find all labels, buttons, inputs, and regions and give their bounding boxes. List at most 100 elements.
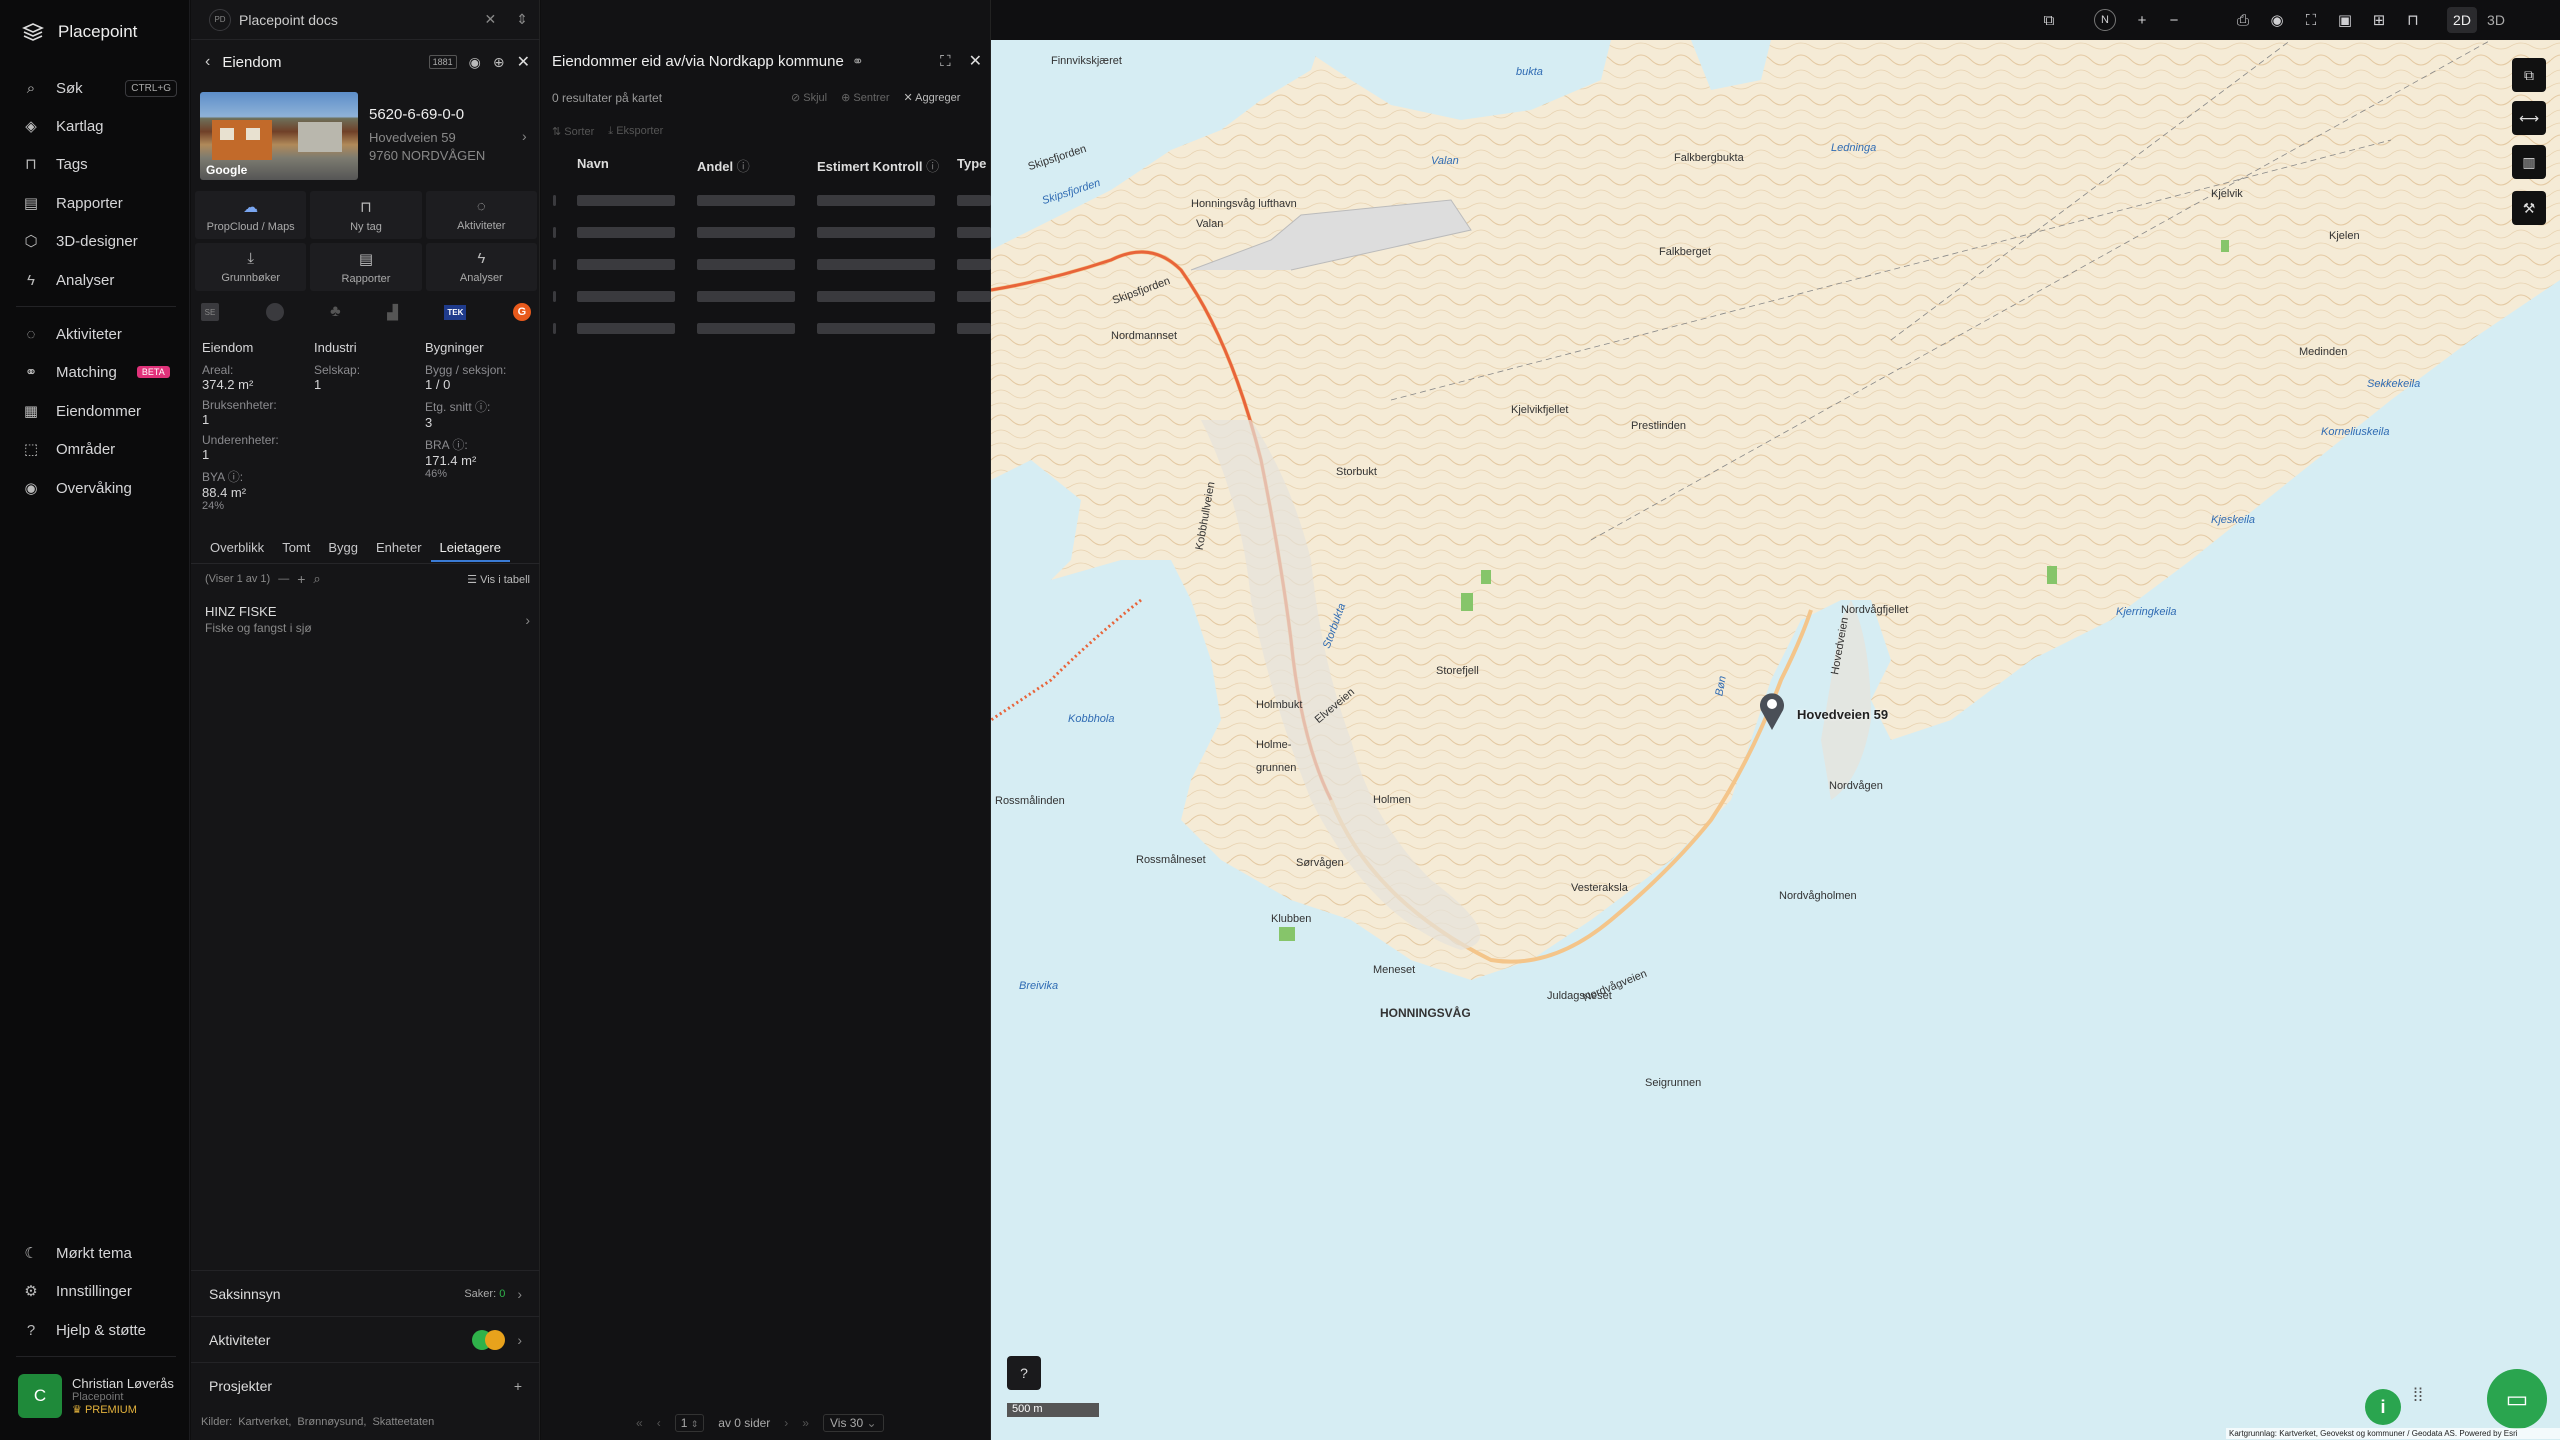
eye-icon[interactable]: ◉ — [469, 54, 481, 71]
nav-item-search[interactable]: ⌕ Søk CTRL+G — [22, 75, 177, 101]
source-link[interactable]: Skatteetaten — [372, 1416, 434, 1428]
close-icon[interactable]: ✕ — [969, 51, 982, 71]
nav-item-monitoring[interactable]: ◉ Overvåking — [22, 475, 177, 501]
buildings-icon[interactable]: ▟ — [387, 304, 398, 321]
link-icon[interactable]: ⚭ — [852, 53, 864, 70]
factory-icon[interactable]: ♣ — [330, 303, 341, 321]
nav-item-help[interactable]: ? Hjelp & støtte — [22, 1317, 177, 1343]
sort-button[interactable]: ⇅ Sorter — [552, 125, 594, 138]
plus-icon[interactable]: + — [514, 1378, 522, 1394]
fullscreen-icon[interactable]: ⛶ — [2302, 11, 2320, 29]
nav-item-settings[interactable]: ⚙ Innstillinger — [22, 1278, 177, 1304]
back-icon[interactable]: ‹ — [205, 53, 210, 71]
nav-item-dark-theme[interactable]: ☾ Mørkt tema — [22, 1240, 177, 1266]
statistics-icon[interactable]: ▥ — [2512, 145, 2546, 179]
minus-icon[interactable]: — — [278, 573, 289, 585]
view-table-button[interactable]: ☰ Vis i tabell — [467, 573, 530, 586]
section-case-insight[interactable]: Saksinnsyn Saker: 0 › — [191, 1270, 540, 1316]
add-circle-icon[interactable]: ⊕ — [493, 54, 505, 71]
g-icon[interactable]: G — [512, 303, 531, 321]
tab-buildings[interactable]: Bygg — [319, 534, 367, 562]
tek-icon[interactable]: TEK — [444, 304, 467, 320]
help-icon[interactable]: ? — [1007, 1356, 1041, 1390]
street-view-photo[interactable]: Google — [200, 92, 358, 180]
column-header-share[interactable]: Andel ⓘ — [697, 156, 750, 175]
last-page-icon[interactable]: » — [802, 1416, 809, 1430]
source-link[interactable]: Kartverket, — [238, 1416, 291, 1428]
nav-item-activities[interactable]: ◌ Aktiviteter — [22, 321, 177, 347]
view-mode-2d[interactable]: 2D — [2447, 7, 2477, 33]
tab-units[interactable]: Enheter — [367, 534, 431, 562]
nav-item-matching[interactable]: ⚭ Matching BETA — [22, 359, 177, 385]
layers-stack-icon[interactable]: ⧉ — [2040, 11, 2058, 29]
brand[interactable]: Placepoint — [22, 22, 137, 42]
nav-item-tags[interactable]: ⊓ Tags — [22, 151, 177, 177]
next-page-icon[interactable]: › — [784, 1416, 788, 1430]
page-input[interactable]: 1 ⇕ — [674, 1414, 705, 1432]
view-mode-3d[interactable]: 3D — [2481, 7, 2511, 33]
nav-item-areas[interactable]: ⬚ Områder — [22, 436, 177, 462]
tools-icon[interactable]: ⚒ — [2512, 191, 2546, 225]
export-button[interactable]: ⤓ Eksporter — [608, 125, 663, 138]
print-icon[interactable]: ⎙ — [2234, 11, 2252, 29]
chevron-right-icon[interactable]: › — [522, 128, 527, 144]
nav-divider — [16, 306, 176, 307]
source-se-icon[interactable]: SE — [201, 303, 219, 321]
close-icon[interactable]: ✕ — [517, 52, 530, 72]
column-header-name[interactable]: Navn — [577, 156, 609, 171]
info-icon[interactable]: i — [2365, 1389, 2401, 1425]
tab-tenants[interactable]: Leietagere — [430, 534, 510, 562]
chat-icon[interactable]: ▭ — [2487, 1369, 2547, 1429]
hide-button[interactable]: ⊘ Skjul — [791, 91, 827, 104]
tab-plot[interactable]: Tomt — [273, 534, 319, 562]
first-page-icon[interactable]: « — [636, 1416, 643, 1430]
cloud-icon: ☁ — [243, 198, 259, 216]
measure-icon[interactable]: ⟷ — [2512, 101, 2546, 135]
propcloud-button[interactable]: ☁ PropCloud / Maps — [195, 191, 307, 239]
nav-item-3d-designer[interactable]: ⬡ 3D-designer — [22, 228, 177, 254]
workspace-switcher[interactable]: PD Placepoint docs ✕ ⇕ — [191, 0, 540, 40]
kpi-label: Areal: — [202, 363, 234, 377]
prev-page-icon[interactable]: ‹ — [657, 1416, 661, 1430]
activities-button[interactable]: ◌ Aktiviteter — [425, 191, 537, 239]
source-link[interactable]: Brønnøysund, — [297, 1416, 366, 1428]
chevron-updown-icon[interactable]: ⇕ — [516, 11, 528, 28]
zoom-in-icon[interactable]: + — [2133, 11, 2151, 29]
nav-item-reports[interactable]: ▤ Rapporter — [22, 190, 177, 216]
page-size-select[interactable]: Vis 30 ⌄ — [822, 1414, 884, 1432]
expand-icon[interactable]: ⛶ — [940, 53, 951, 70]
map-layers-icon[interactable]: ⧉ — [2512, 58, 2546, 92]
plus-icon[interactable]: + — [297, 571, 305, 587]
compass-icon[interactable]: N — [2094, 9, 2116, 31]
tab-overview[interactable]: Overblikk — [201, 534, 273, 562]
center-button[interactable]: ⊕ Sentrer — [841, 91, 889, 104]
property-address[interactable]: 5620-6-69-0-0 Hovedveien 59 9760 NORDVÅG… — [369, 106, 485, 163]
zoom-out-icon[interactable]: − — [2165, 11, 2183, 29]
bookmark-icon[interactable]: ⊓ — [2404, 11, 2422, 29]
nav-item-properties[interactable]: ▦ Eiendommer — [22, 398, 177, 424]
column-header-type[interactable]: Type — [957, 156, 986, 171]
search-icon[interactable]: ⌕ — [313, 571, 320, 587]
download-icon: ⤓ — [247, 250, 254, 267]
aggregate-button[interactable]: ✕ Aggreger — [903, 91, 960, 104]
reports-button[interactable]: ▤ Rapporter — [310, 243, 422, 291]
column-header-control[interactable]: Estimert Kontroll ⓘ — [817, 156, 939, 175]
eye-icon[interactable]: ◉ — [2268, 11, 2286, 29]
nav-item-analyses[interactable]: ϟ Analyser — [22, 267, 177, 293]
camera-icon[interactable]: ▣ — [2336, 11, 2354, 29]
section-projects[interactable]: Prosjekter + — [191, 1362, 540, 1408]
nav-item-layers[interactable]: ◈ Kartlag — [22, 113, 177, 139]
land-registry-button[interactable]: ⤓ Grunnbøker — [195, 243, 307, 291]
list-item[interactable]: HINZ FISKE Fiske og fangst i sjø › — [205, 604, 530, 638]
map-canvas[interactable]: Finnvikskjæret bukta Skipsfjorden Skipsfjor… — [991, 40, 2560, 1440]
new-tag-button[interactable]: ⊓ Ny tag — [310, 191, 422, 239]
close-icon[interactable]: ✕ — [485, 11, 497, 28]
drag-handle-icon[interactable]: ⁞⁞ — [2413, 1385, 2423, 1406]
globe-icon[interactable] — [265, 303, 284, 321]
analyses-button[interactable]: ϟ Analyser — [425, 243, 537, 291]
user-profile[interactable]: C Christian Løverås Placepoint ♛ PREMIUM — [18, 1374, 174, 1418]
section-activities[interactable]: Aktiviteter › — [191, 1316, 540, 1362]
kpi-heading: Bygninger — [425, 340, 484, 355]
grid-icon[interactable]: ⊞ — [2370, 11, 2388, 29]
id-card-icon[interactable]: 1881 — [428, 55, 457, 69]
